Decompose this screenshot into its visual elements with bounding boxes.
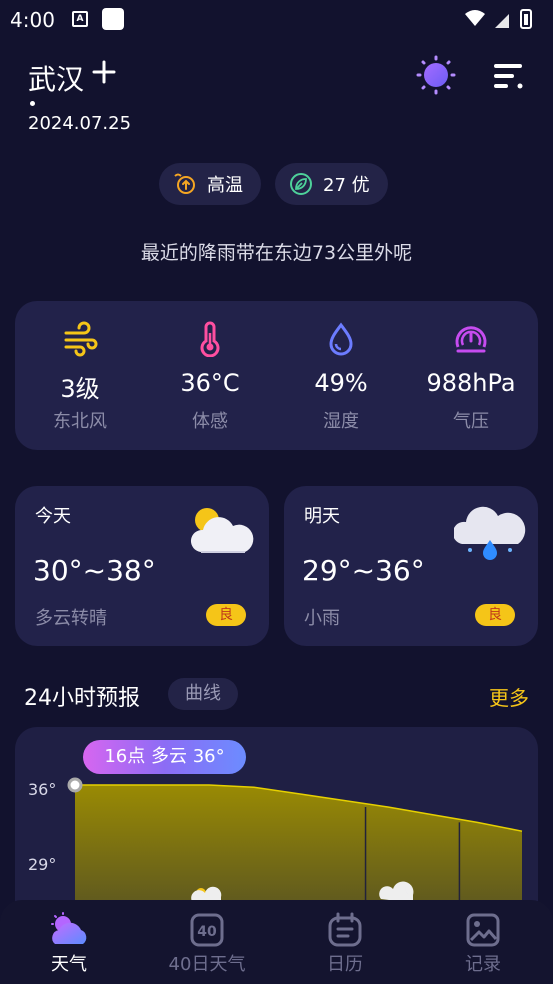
stat-humidity: 49% 湿度	[276, 301, 406, 450]
y-tick-label: 36°	[28, 780, 57, 799]
selected-point[interactable]	[67, 777, 83, 793]
forecast-title: 24小时预报	[24, 686, 140, 711]
today-card[interactable]: 今天 30°~38° 多云转晴 良	[15, 486, 269, 646]
pill-label: 高温	[207, 175, 243, 196]
stat-label: 体感	[192, 411, 228, 432]
calendar-40-icon: 40	[190, 913, 224, 947]
humidity-icon	[329, 322, 353, 356]
stat-label: 气压	[453, 411, 489, 432]
air-quality-pill[interactable]: 27 优	[275, 163, 388, 205]
stat-pressure: 988hPa 气压	[406, 301, 536, 450]
notification-icon: A	[72, 11, 88, 27]
day-name: 今天	[35, 506, 71, 527]
stat-label: 湿度	[323, 411, 359, 432]
weather-stats-card: 3级 东北风 36°C 体感 49% 湿度 988hPa 气压	[15, 301, 538, 450]
leaf-icon	[290, 173, 312, 195]
app-notification-icon	[102, 8, 124, 30]
day-temp-range: 29°~36°	[302, 554, 425, 587]
y-tick-label: 29°	[28, 855, 57, 874]
curve-mode-tab[interactable]: 曲线	[168, 678, 238, 710]
stat-label: 东北风	[53, 411, 107, 432]
stat-value: 3级	[60, 375, 100, 403]
stat-wind: 3级 东北风	[15, 301, 145, 450]
stat-value: 988hPa	[426, 369, 516, 397]
nav-label: 记录	[465, 954, 501, 975]
nav-item-40day[interactable]: 40 40日天气	[138, 900, 276, 984]
day-temp-range: 30°~38°	[33, 554, 156, 587]
light-rain-icon	[454, 506, 526, 560]
nav-label: 日历	[327, 954, 363, 975]
partly-cloudy-sun-icon	[190, 508, 254, 553]
nav-label: 40日天气	[168, 954, 246, 975]
bottom-nav: 天气 40 40日天气 日历 记录	[0, 900, 553, 984]
stat-value: 49%	[314, 369, 368, 397]
tomorrow-card[interactable]: 明天 29°~36° 小雨 良	[284, 486, 538, 646]
city-name[interactable]: 武汉	[28, 58, 84, 98]
chart-tooltip: 16点 多云 36°	[83, 740, 246, 774]
photo-record-icon	[466, 913, 500, 947]
pressure-gauge-icon	[455, 326, 487, 353]
nav-item-calendar[interactable]: 日历	[276, 900, 414, 984]
nav-label: 天气	[51, 954, 87, 975]
status-time: 4:00	[10, 8, 55, 32]
wind-icon	[64, 321, 98, 357]
rain-note[interactable]: 最近的降雨带在东边73公里外呢	[0, 238, 553, 265]
temperature-up-icon	[174, 173, 195, 194]
stat-feels-like: 36°C 体感	[145, 301, 275, 450]
day-name: 明天	[304, 506, 340, 527]
add-city-icon[interactable]	[92, 60, 116, 84]
nav-item-weather[interactable]: 天气	[0, 900, 138, 984]
status-bar: 4:00 A	[0, 0, 553, 38]
page-indicator-dot	[30, 101, 35, 106]
signal-battery-icon	[465, 9, 532, 29]
day-description: 小雨	[304, 608, 340, 629]
high-temp-alert-pill[interactable]: 高温	[159, 163, 261, 205]
theme-sun-icon[interactable]	[416, 55, 456, 95]
calendar-icon	[328, 912, 362, 947]
pill-label: 27 优	[323, 175, 370, 196]
svg-text:40: 40	[197, 924, 217, 940]
aqi-badge: 良	[206, 604, 246, 626]
day-description: 多云转晴	[35, 608, 107, 629]
aqi-badge: 良	[475, 604, 515, 626]
more-link[interactable]: 更多	[489, 682, 529, 711]
current-date: 2024.07.25	[28, 113, 132, 134]
thermometer-icon	[200, 321, 220, 357]
weather-icon	[51, 912, 87, 944]
stat-value: 36°C	[180, 369, 240, 397]
menu-icon[interactable]	[492, 62, 524, 90]
nav-item-records[interactable]: 记录	[414, 900, 552, 984]
